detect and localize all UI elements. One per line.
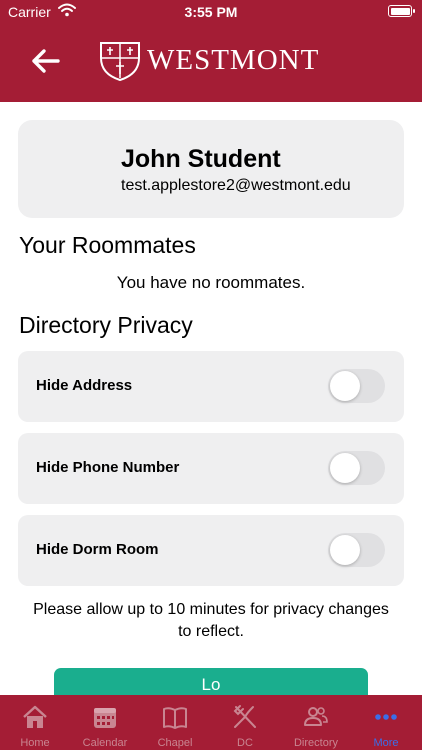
- fork-knife-icon: [233, 705, 256, 728]
- hide-dorm-label: Hide Dorm Room: [36, 541, 159, 558]
- tab-calendar-label: Calendar: [82, 737, 128, 749]
- hide-address-row: Hide Address: [18, 351, 404, 422]
- westmont-shield-logo: [98, 40, 142, 82]
- back-button[interactable]: [30, 46, 64, 76]
- hide-dorm-toggle[interactable]: [328, 533, 385, 567]
- back-arrow-icon: [32, 49, 60, 73]
- status-bar: Carrier 3:55 PM: [0, 0, 422, 26]
- tab-chapel[interactable]: Chapel: [140, 695, 210, 750]
- tab-directory[interactable]: Directory: [281, 695, 351, 750]
- battery-icon: [388, 5, 415, 17]
- home-icon: [23, 705, 47, 728]
- tab-home-label: Home: [20, 737, 50, 749]
- logo-wordmark: WESTMONT: [147, 44, 320, 76]
- hide-address-toggle[interactable]: [328, 369, 385, 403]
- hide-address-label: Hide Address: [36, 377, 133, 394]
- roommates-empty-text: You have no roommates.: [116, 273, 306, 292]
- tab-calendar[interactable]: Calendar: [70, 695, 140, 750]
- people-icon: [304, 707, 328, 726]
- clock: 3:55 PM: [184, 4, 238, 20]
- tab-chapel-label: Chapel: [157, 737, 193, 749]
- privacy-note: Please allow up to 10 minutes for privac…: [33, 601, 389, 640]
- tab-more-label: More: [373, 737, 399, 749]
- profile-email: test.applestore2@westmont.edu: [121, 177, 351, 194]
- more-dots-icon: [375, 714, 397, 720]
- hide-phone-label: Hide Phone Number: [36, 459, 180, 476]
- app-header: Carrier 3:55 PM WESTMONT: [0, 0, 422, 102]
- tab-dc-label: DC: [237, 737, 253, 749]
- tab-dc[interactable]: DC: [210, 695, 280, 750]
- roommates-heading: Your Roommates: [19, 232, 196, 258]
- tab-more[interactable]: More: [351, 695, 421, 750]
- tab-home[interactable]: Home: [0, 695, 70, 750]
- hide-dorm-row: Hide Dorm Room: [18, 515, 404, 586]
- profile-name: John Student: [121, 145, 281, 173]
- privacy-heading: Directory Privacy: [19, 312, 193, 338]
- tab-directory-label: Directory: [293, 737, 338, 749]
- hide-phone-row: Hide Phone Number: [18, 433, 404, 504]
- tab-bar: Home Calendar Chapel DC Directory More: [0, 695, 422, 750]
- profile-card: John Student test.applestore2@westmont.e…: [18, 120, 404, 218]
- calendar-icon: [94, 708, 116, 728]
- book-icon: [163, 707, 187, 729]
- hide-phone-toggle[interactable]: [328, 451, 385, 485]
